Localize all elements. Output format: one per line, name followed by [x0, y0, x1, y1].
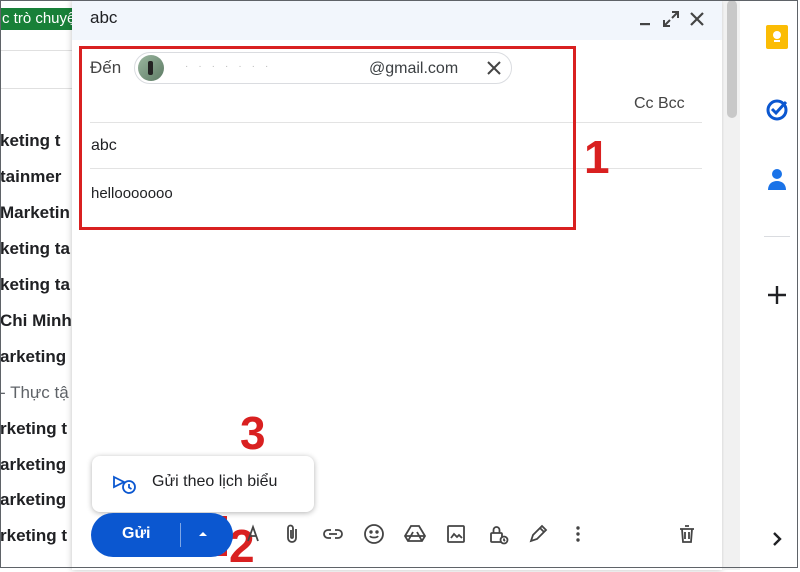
- mail-row[interactable]: keting t: [0, 131, 72, 151]
- send-button[interactable]: Gửi: [122, 525, 150, 543]
- image-icon[interactable]: [444, 522, 470, 548]
- mail-row[interactable]: Marketin: [0, 203, 72, 223]
- send-button-group: Gửi: [91, 513, 233, 557]
- mail-row[interactable]: arketing: [0, 490, 72, 510]
- annotation-number-1: 1: [584, 131, 610, 183]
- more-options-icon[interactable]: [566, 522, 592, 548]
- trash-icon[interactable]: [675, 522, 701, 548]
- emoji-icon[interactable]: [362, 522, 388, 548]
- scrollbar-thumb[interactable]: [727, 0, 737, 118]
- schedule-send-icon: [112, 474, 136, 496]
- mail-row[interactable]: rketing t: [0, 419, 72, 439]
- add-icon[interactable]: [764, 282, 790, 308]
- signature-pen-icon[interactable]: [526, 522, 552, 548]
- annotation-box-1: [79, 46, 576, 230]
- list-separator: [0, 88, 72, 89]
- side-panel-separator: [764, 236, 790, 237]
- mail-row[interactable]: keting ta: [0, 239, 72, 259]
- link-icon[interactable]: [321, 522, 347, 548]
- mail-row[interactable]: arketing: [0, 347, 72, 367]
- contacts-icon[interactable]: [764, 166, 790, 192]
- tasks-icon[interactable]: [764, 96, 790, 122]
- mail-row[interactable]: keting ta: [0, 275, 72, 295]
- compose-title: abc: [90, 8, 118, 27]
- text-format-icon[interactable]: [241, 522, 267, 548]
- chat-tag[interactable]: c trò chuyệ: [0, 8, 72, 30]
- expand-icon[interactable]: [660, 8, 682, 30]
- scrollbar[interactable]: [724, 0, 740, 570]
- send-split-divider: [180, 523, 181, 547]
- compose-header: abc: [72, 0, 722, 40]
- confidential-lock-icon[interactable]: [486, 522, 512, 548]
- drive-icon[interactable]: [403, 522, 429, 548]
- mail-row[interactable]: Chi Minh: [0, 311, 72, 331]
- annotation-number-3: 3: [240, 407, 266, 459]
- schedule-send-menu: Gửi theo lịch biểu: [92, 456, 314, 512]
- side-panel: [742, 0, 800, 570]
- cc-bcc-link[interactable]: Cc Bcc: [634, 95, 685, 113]
- mail-row[interactable]: rketing t: [0, 526, 72, 546]
- chevron-right-icon[interactable]: [764, 526, 790, 552]
- background-mail-list: c trò chuyệ keting t tainmer Marketin ke…: [0, 0, 72, 570]
- schedule-send-option[interactable]: Gửi theo lịch biểu: [152, 473, 277, 491]
- close-icon[interactable]: [686, 8, 708, 30]
- attach-icon[interactable]: [280, 522, 306, 548]
- mail-row[interactable]: - Thực tậ: [0, 383, 72, 403]
- list-separator: [0, 50, 72, 51]
- mail-row[interactable]: arketing: [0, 455, 72, 475]
- keep-icon[interactable]: [764, 24, 790, 50]
- minimize-icon[interactable]: [634, 8, 656, 30]
- more-send-options-icon[interactable]: [195, 526, 211, 542]
- mail-row[interactable]: tainmer: [0, 167, 72, 187]
